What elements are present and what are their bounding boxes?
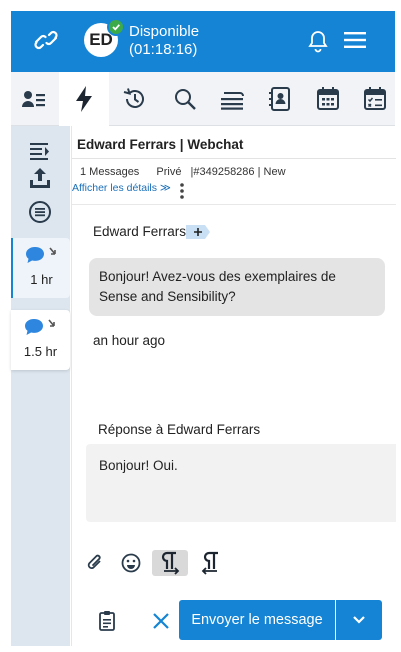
divider: [72, 204, 396, 205]
send-message-button[interactable]: Envoyer le message: [179, 600, 335, 640]
incoming-arrow-icon: [49, 247, 56, 255]
queue-icon[interactable]: [217, 84, 247, 114]
messages-count: 1 Messages: [80, 166, 140, 178]
formatting-toolbar: [72, 546, 396, 578]
calendar-icon[interactable]: [313, 84, 343, 114]
link-icon[interactable]: [32, 28, 60, 52]
hamburger-menu-icon[interactable]: [344, 31, 366, 49]
lightning-icon[interactable]: [69, 84, 99, 114]
app-header: ED Disponible (01:18:16): [11, 11, 395, 72]
more-options-icon[interactable]: [179, 182, 185, 200]
paperclip-icon[interactable]: [82, 550, 108, 576]
ticket-info: |#349258286 | New: [190, 166, 286, 178]
incoming-message: Bonjour! Avez-vous des exemplaires de Se…: [89, 258, 385, 316]
menu-circle-icon[interactable]: [26, 200, 54, 224]
composer-actions: Envoyer le message: [72, 600, 396, 640]
reply-label: Réponse à Edward Ferrars: [98, 422, 261, 437]
conversation-panel: Edward Ferrars | Webchat 1 Messages Priv…: [71, 126, 396, 646]
tasks-calendar-icon[interactable]: [360, 84, 390, 114]
close-icon[interactable]: [152, 612, 170, 630]
chevron-down-icon: [353, 616, 365, 624]
rtl-paragraph-icon[interactable]: [198, 550, 224, 576]
add-contact-icon[interactable]: [185, 224, 211, 240]
conversation-title: Edward Ferrars | Webchat: [77, 137, 244, 152]
reply-input[interactable]: Bonjour! Oui.: [86, 444, 396, 522]
ltr-paragraph-icon[interactable]: [152, 550, 188, 576]
chat-bubble-icon: [26, 247, 44, 263]
divider: [72, 158, 396, 159]
privacy-label: Privé: [156, 166, 182, 178]
send-options-button[interactable]: [336, 600, 382, 640]
main-toolbar: [11, 72, 395, 126]
available-check-icon: [107, 18, 125, 36]
conversation-meta: 1 Messages Privé |#349258286 | New: [80, 166, 292, 178]
message-timestamp: an hour ago: [93, 333, 166, 348]
incoming-arrow-icon: [48, 319, 55, 327]
clipboard-icon[interactable]: [96, 610, 118, 632]
emoji-icon[interactable]: [118, 550, 144, 576]
list-indent-icon[interactable]: [26, 140, 54, 164]
status-label: Disponible: [129, 23, 200, 40]
bell-icon[interactable]: [307, 29, 329, 53]
sender-name: Edward Ferrars: [93, 224, 187, 239]
conversation-time: 1 hr: [30, 272, 53, 287]
agent-status[interactable]: Disponible (01:18:16): [129, 23, 199, 59]
status-timer: (01:18:16): [129, 41, 198, 58]
chat-bubble-icon: [25, 319, 43, 335]
show-details-link[interactable]: Afficher les détails ≫: [72, 182, 171, 194]
search-icon[interactable]: [170, 84, 200, 114]
conversation-card[interactable]: 1 hr: [11, 238, 70, 298]
history-icon[interactable]: [120, 84, 150, 114]
contacts-icon[interactable]: [19, 84, 49, 114]
conversation-card[interactable]: 1.5 hr: [11, 310, 70, 370]
upload-icon[interactable]: [26, 166, 54, 190]
conversation-rail: 1 hr 1.5 hr: [11, 126, 70, 646]
address-book-icon[interactable]: [265, 84, 295, 114]
conversation-time: 1.5 hr: [23, 344, 58, 359]
